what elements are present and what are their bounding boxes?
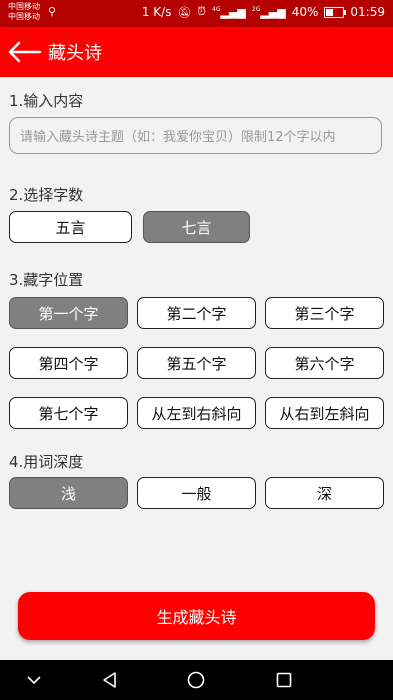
nav-home-icon[interactable] <box>171 660 221 700</box>
option-position-fifth[interactable]: 第五个字 <box>137 347 256 379</box>
carrier-info: 中国移动 中国移动 <box>8 2 40 22</box>
option-position-sixth[interactable]: 第六个字 <box>265 347 384 379</box>
back-arrow-icon[interactable] <box>6 40 42 64</box>
signal-2-label: 2G <box>251 5 261 13</box>
nav-hide-icon[interactable] <box>9 660 59 700</box>
battery-percent: 40% <box>291 5 319 19</box>
page-title: 藏头诗 <box>48 43 102 64</box>
option-depth-shallow[interactable]: 浅 <box>9 477 128 509</box>
section-position-label: 3.藏字位置 <box>9 271 84 289</box>
app-bar: 藏头诗 <box>0 27 393 77</box>
section-wordcount-label: 2.选择字数 <box>9 186 84 204</box>
clock: 01:59 <box>350 5 385 19</box>
battery-icon <box>324 6 347 18</box>
section-depth-label: 4.用词深度 <box>9 453 84 471</box>
carrier-2: 中国移动 <box>8 12 40 21</box>
option-position-diag-right-left[interactable]: 从右到左斜向 <box>265 397 384 429</box>
option-position-diag-left-right[interactable]: 从左到右斜向 <box>137 397 256 429</box>
status-bar: 中国移动 中国移动 ⚲ 1 K/s 🔕︎ ⏰︎ 4G▂▄▆ 2G▂▄▆ 40% … <box>0 0 393 27</box>
option-seven-char[interactable]: 七言 <box>143 211 250 243</box>
status-indicators: 1 K/s 🔕︎ ⏰︎ 4G▂▄▆ 2G▂▄▆ 40% 01:59 <box>142 5 385 19</box>
signal-1-label: 4G <box>212 5 221 13</box>
usb-icon: ⚲ <box>48 5 57 18</box>
signal-icon-2: 2G▂▄▆ <box>251 5 286 19</box>
option-position-third[interactable]: 第三个字 <box>265 297 384 329</box>
generate-poem-button[interactable]: 生成藏头诗 <box>18 592 375 640</box>
section-input-label: 1.输入内容 <box>9 92 84 110</box>
nav-recents-icon[interactable] <box>259 660 309 700</box>
option-five-char[interactable]: 五言 <box>9 211 132 243</box>
option-position-seventh[interactable]: 第七个字 <box>9 397 128 429</box>
theme-input[interactable]: 请输入藏头诗主题（如：我爱你宝贝）限制12个字以内 <box>9 117 382 154</box>
carrier-1: 中国移动 <box>8 2 40 11</box>
option-depth-normal[interactable]: 一般 <box>137 477 256 509</box>
mute-icon: 🔕︎ <box>177 5 192 19</box>
system-nav-bar <box>0 660 393 700</box>
alarm-icon: ⏰︎ <box>197 5 207 18</box>
option-position-fourth[interactable]: 第四个字 <box>9 347 128 379</box>
option-depth-deep[interactable]: 深 <box>265 477 384 509</box>
option-position-first[interactable]: 第一个字 <box>9 297 128 329</box>
nav-back-icon[interactable] <box>85 660 135 700</box>
network-speed: 1 K/s <box>141 5 172 19</box>
option-position-second[interactable]: 第二个字 <box>137 297 256 329</box>
signal-icon: 4G▂▄▆ <box>212 5 246 19</box>
